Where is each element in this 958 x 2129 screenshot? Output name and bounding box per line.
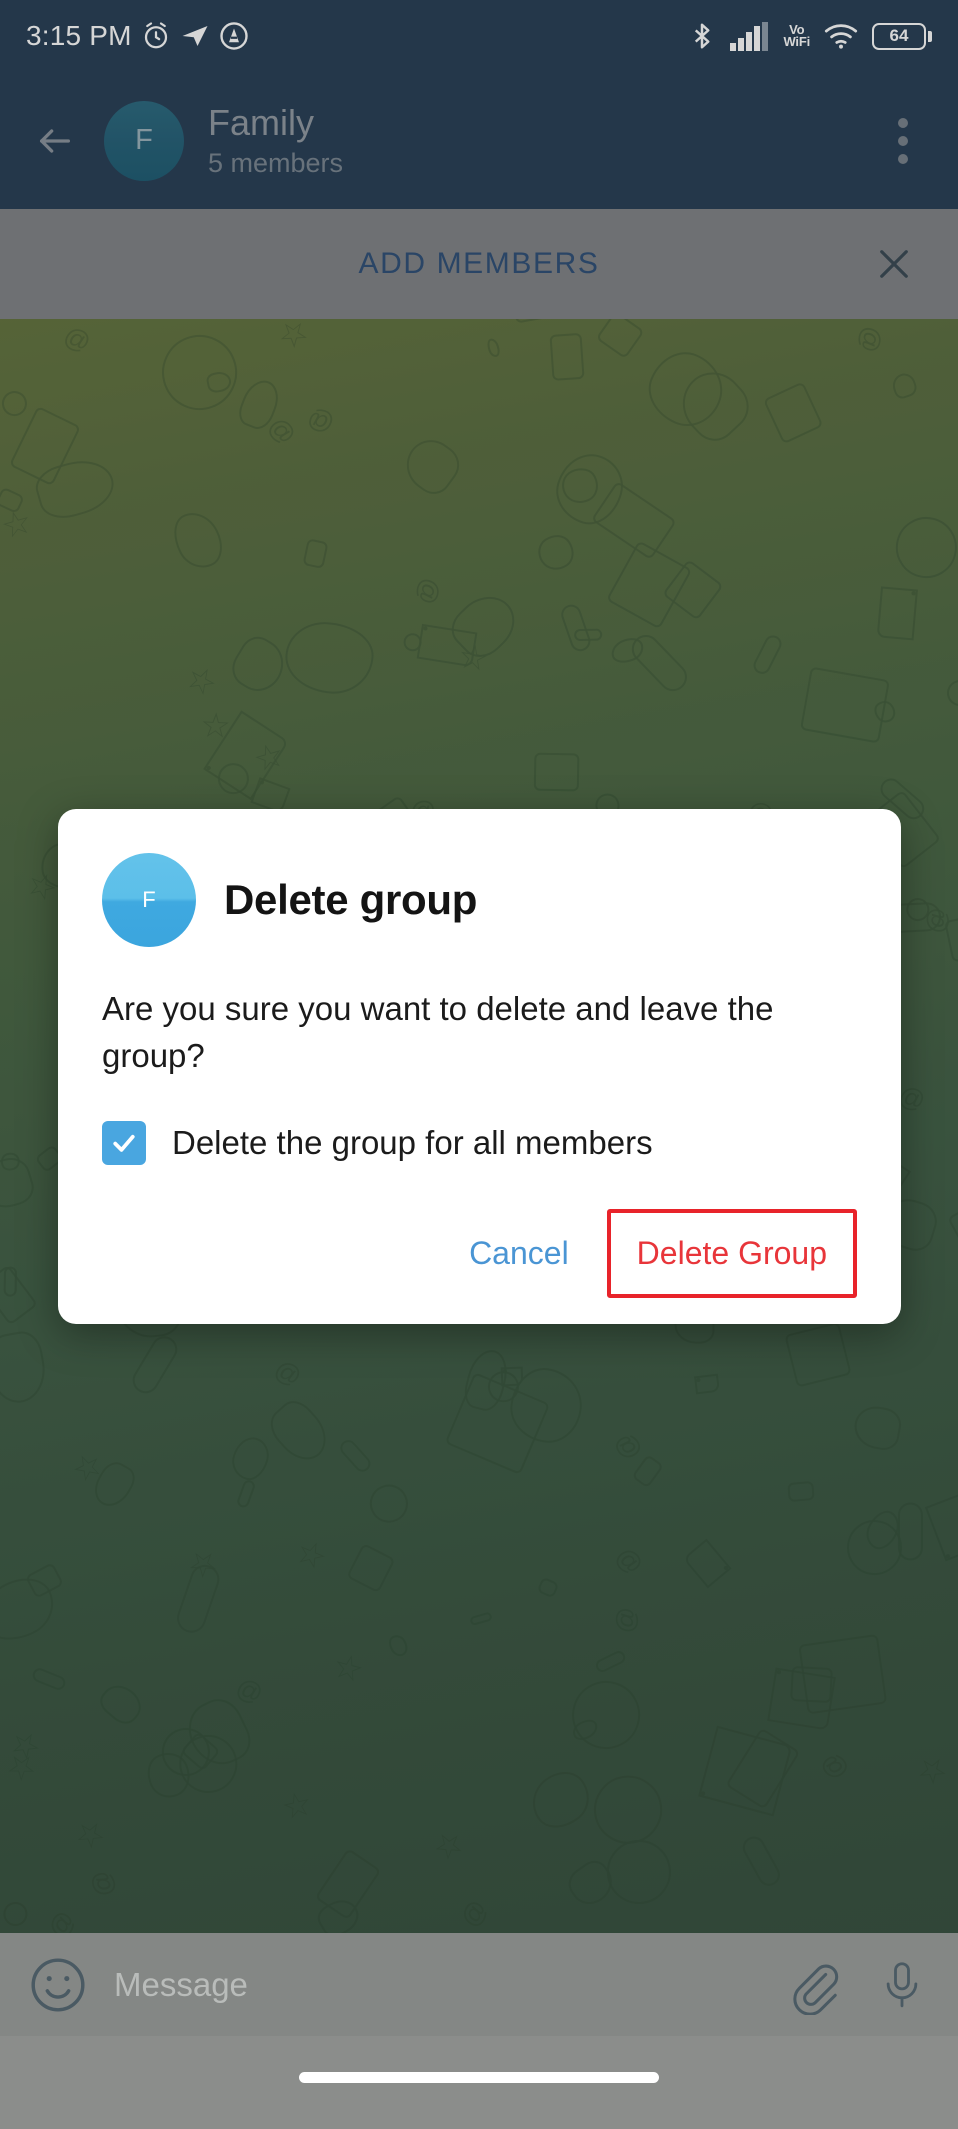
microphone-icon[interactable] — [876, 1955, 932, 2015]
delete-for-all-row[interactable]: Delete the group for all members — [102, 1121, 857, 1165]
phone-screen: 3:15 PM — [0, 0, 958, 2129]
dialog-message: Are you sure you want to delete and leav… — [102, 990, 774, 1074]
message-input[interactable]: Message — [114, 1966, 752, 2004]
paperclip-icon[interactable] — [786, 1955, 842, 2016]
smiley-face-icon[interactable] — [26, 1953, 90, 2017]
message-input-bar: Message — [0, 1933, 958, 2036]
dialog-avatar-initial: F — [142, 887, 156, 912]
home-indicator[interactable] — [299, 2072, 659, 2083]
checkmark-icon — [113, 1134, 135, 1152]
delete-for-all-checkbox[interactable] — [102, 1121, 146, 1165]
system-nav-bar — [0, 2036, 958, 2129]
dialog-group-avatar: F — [102, 853, 196, 947]
delete-group-highlight-box: Delete Group — [606, 1209, 857, 1298]
cancel-button[interactable]: Cancel — [443, 1221, 595, 1286]
dialog-actions: Cancel Delete Group — [102, 1209, 857, 1298]
delete-group-dialog: F Delete group Are you sure you want to … — [58, 809, 901, 1324]
dialog-title: Delete group — [224, 876, 478, 923]
delete-group-button[interactable]: Delete Group — [611, 1213, 853, 1294]
delete-for-all-label: Delete the group for all members — [172, 1124, 653, 1161]
dialog-header: F Delete group — [102, 853, 857, 947]
